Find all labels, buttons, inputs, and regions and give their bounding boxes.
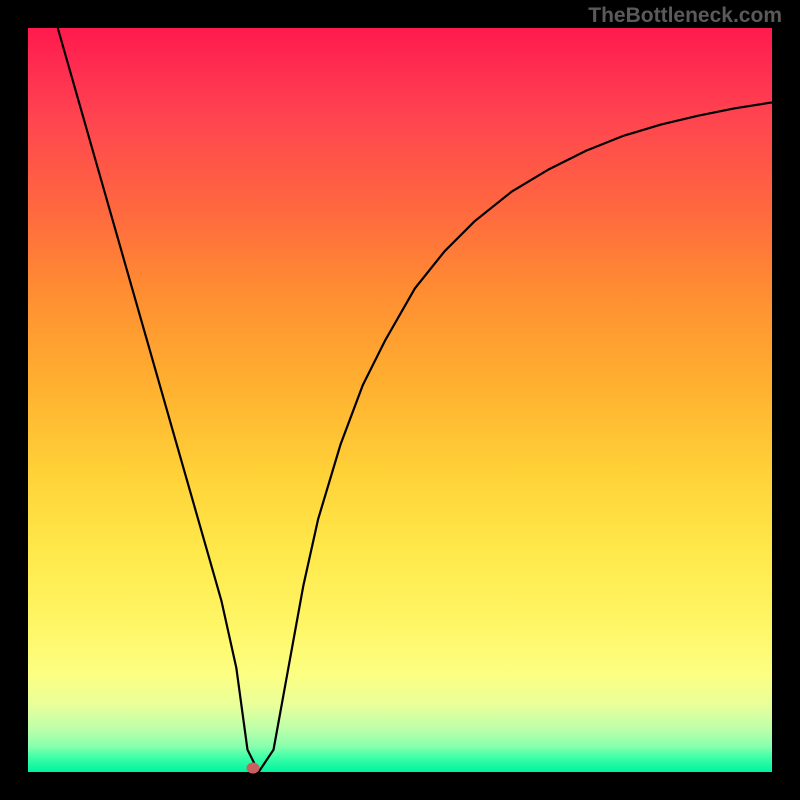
minimum-marker (246, 762, 259, 773)
attribution-text: TheBottleneck.com (588, 4, 782, 28)
bottleneck-curve (28, 28, 772, 772)
chart-plot-area (28, 28, 772, 772)
